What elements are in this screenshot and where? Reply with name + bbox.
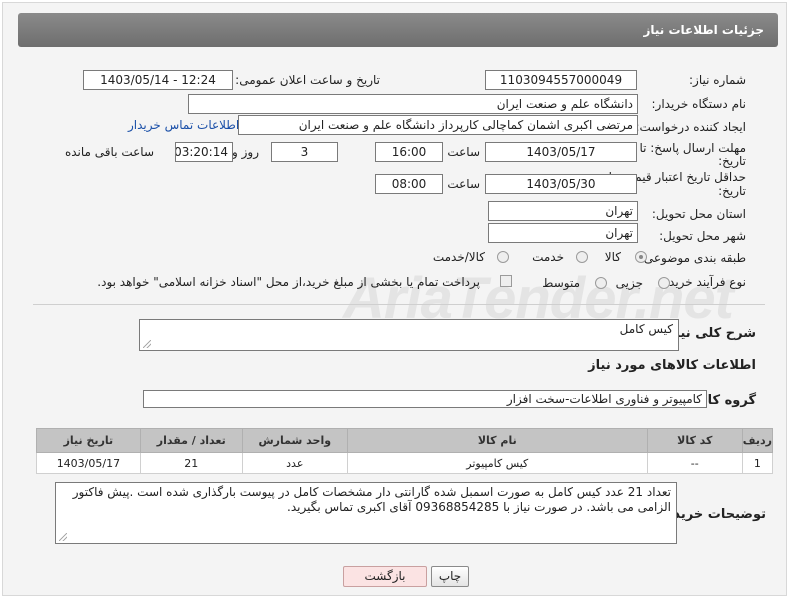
creator-label: ایجاد کننده درخواست:: [635, 120, 746, 134]
cell-code: --: [646, 452, 743, 474]
cell-unit: عدد: [241, 452, 348, 474]
reply-deadline-date-label: تاریخ:: [718, 154, 746, 168]
announce-field: 1403/05/14 - 12:24: [83, 70, 233, 90]
table-header-row: ردیف کد کالا نام کالا واحد شمارش تعداد /…: [36, 428, 774, 453]
validity-date-label: تاریخ:: [718, 184, 746, 198]
validity-time-label: ساعت: [447, 177, 480, 191]
announce-label: تاریخ و ساعت اعلان عمومی:: [235, 73, 380, 87]
time-remaining-label: ساعت باقی مانده: [64, 145, 154, 159]
reply-time-label: ساعت: [447, 145, 480, 159]
category-service-label: خدمت: [532, 250, 564, 264]
page-title: جزئیات اطلاعات نیاز: [643, 23, 764, 37]
province-label: استان محل تحویل:: [651, 207, 746, 221]
print-button[interactable]: چاپ: [431, 566, 469, 587]
col-header-quantity: تعداد / مقدار: [139, 428, 243, 453]
process-label: نوع فرآیند خرید :: [661, 275, 746, 289]
cell-quantity: 21: [139, 452, 243, 474]
city-field: تهران: [488, 223, 638, 243]
category-both-label: کالا/خدمت: [432, 250, 485, 264]
reply-time-field: 16:00: [375, 142, 443, 162]
col-header-name: نام کالا: [346, 428, 648, 453]
process-minor-label: جزیی: [615, 276, 643, 290]
summary-text: کیس کامل: [619, 322, 673, 336]
time-remaining-field: 03:20:14: [175, 142, 233, 162]
category-label: طبقه بندی موضوعی:: [639, 251, 746, 265]
header-bar: جزئیات اطلاعات نیاز: [18, 13, 778, 47]
goods-section-title: اطلاعات کالاهای مورد نیاز: [588, 358, 756, 373]
cell-date: 1403/05/17: [36, 452, 141, 474]
summary-textarea: کیس کامل: [139, 319, 679, 351]
cell-row-number: 1: [741, 452, 774, 474]
city-label: شهر محل تحویل:: [659, 229, 746, 243]
days-label: روز و: [232, 145, 259, 159]
col-header-unit: واحد شمارش: [241, 428, 348, 453]
buyer-notes-text: تعداد 21 عدد کیس کامل به صورت اسمبل شده …: [72, 485, 671, 514]
buyer-label: نام دستگاه خریدار:: [651, 97, 747, 111]
validity-date-field: 1403/05/30: [485, 174, 637, 194]
validity-time-field: 08:00: [375, 174, 443, 194]
buyer-field: دانشگاه علم و صنعت ایران: [188, 94, 638, 114]
treasury-payment-checkbox[interactable]: [500, 275, 512, 287]
back-button[interactable]: بازگشت: [343, 566, 427, 587]
buyer-notes-textarea: تعداد 21 عدد کیس کامل به صورت اسمبل شده …: [55, 482, 677, 544]
col-header-code: کد کالا: [646, 428, 743, 453]
process-medium-radio[interactable]: [595, 277, 607, 289]
need-number-field: 1103094557000049: [485, 70, 637, 90]
category-goods-label: کالا: [604, 250, 621, 264]
treasury-payment-note: پرداخت تمام یا بخشی از مبلغ خرید،از محل …: [97, 275, 480, 289]
table-row: 1 -- کیس کامپیوتر عدد 21 1403/05/17: [36, 452, 774, 474]
category-service-radio[interactable]: [576, 251, 588, 263]
category-both-radio[interactable]: [497, 251, 509, 263]
col-header-date: تاریخ نیاز: [36, 428, 141, 453]
province-field: تهران: [488, 201, 638, 221]
need-number-label: شماره نیاز:: [689, 73, 746, 87]
resize-grip-icon[interactable]: [143, 340, 151, 348]
section-divider: [33, 304, 765, 305]
process-medium-label: متوسط: [542, 276, 580, 290]
buyer-contact-link[interactable]: اطلاعات تماس خریدار: [128, 118, 239, 132]
category-goods-radio[interactable]: [635, 251, 647, 263]
col-header-row-number: ردیف: [741, 428, 774, 453]
goods-group-field: کامپیوتر و فناوری اطلاعات-سخت افزار: [143, 390, 707, 408]
resize-grip-icon[interactable]: [59, 533, 67, 541]
reply-deadline-label: مهلت ارسال پاسخ: تا: [639, 141, 746, 155]
creator-field: مرتضی اکبری اشمان کماچالی کارپرداز دانشگ…: [238, 115, 638, 135]
process-minor-radio[interactable]: [658, 277, 670, 289]
goods-table: ردیف کد کالا نام کالا واحد شمارش تعداد /…: [36, 428, 774, 474]
page-container: جزئیات اطلاعات نیاز AriaTender.net شماره…: [2, 2, 787, 596]
cell-name: کیس کامپیوتر: [346, 452, 648, 474]
days-remaining-field: 3: [271, 142, 338, 162]
reply-date-field: 1403/05/17: [485, 142, 637, 162]
